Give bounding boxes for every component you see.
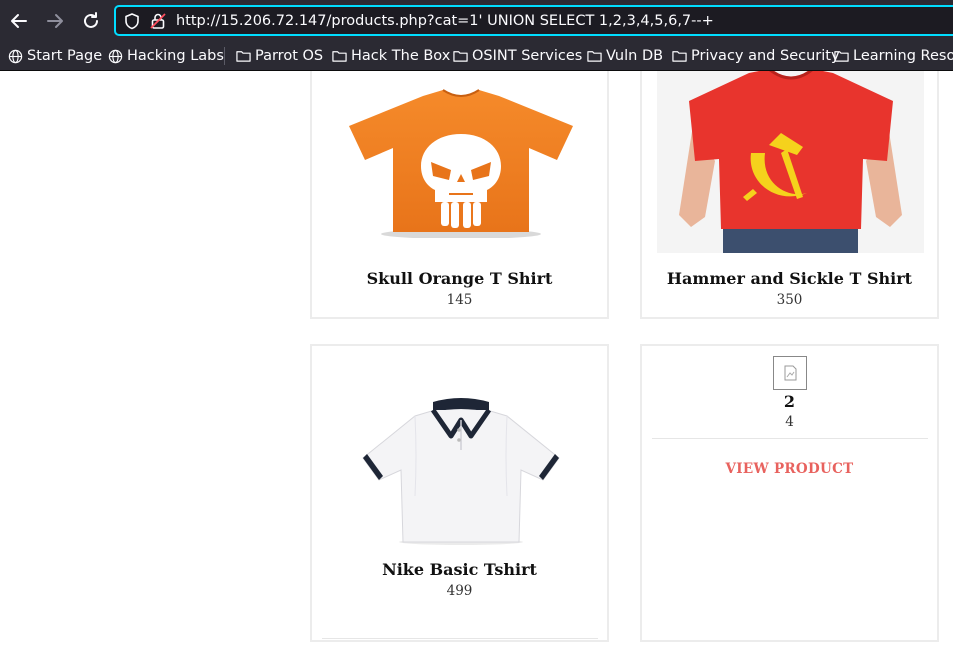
orange-skull-tshirt-image[interactable] — [345, 78, 577, 238]
card-divider — [322, 638, 598, 639]
product-name[interactable]: 2 — [642, 392, 937, 411]
bookmark-label: Hack The Box — [351, 48, 451, 64]
product-card[interactable]: 2 4 VIEW PRODUCT — [640, 344, 939, 642]
address-bar[interactable]: http://15.206.72.147/products.php?cat=1'… — [114, 5, 953, 36]
arrow-right-icon — [47, 14, 63, 28]
reload-button[interactable] — [78, 8, 104, 34]
bookmark-folder-osint-services[interactable]: OSINT Services — [453, 46, 582, 66]
product-card[interactable]: Hammer and Sickle T Shirt 350 — [640, 71, 939, 319]
product-price: 499 — [446, 583, 473, 599]
white-polo-shirt-image[interactable] — [357, 396, 564, 546]
insecure-lock-icon[interactable] — [149, 12, 167, 30]
view-product-link[interactable]: VIEW PRODUCT — [642, 461, 937, 477]
page-content: Skull Orange T Shirt 145 Hammer and Sick… — [0, 71, 953, 656]
bookmark-start-page[interactable]: Start Page — [8, 46, 102, 66]
bookmark-folder-learning-resources[interactable]: Learning Resou — [834, 46, 953, 66]
bookmark-label: Parrot OS — [255, 48, 324, 64]
red-hammer-sickle-tshirt-image[interactable] — [657, 71, 924, 253]
globe-icon — [8, 49, 23, 63]
bookmark-label: Hacking Labs — [127, 48, 224, 64]
reload-icon — [84, 12, 98, 28]
bookmark-separator — [224, 47, 225, 65]
bookmark-hacking-labs[interactable]: Hacking Labs — [108, 46, 224, 66]
bookmark-folder-vuln-db[interactable]: Vuln DB — [587, 46, 663, 66]
back-button[interactable] — [6, 8, 32, 34]
folder-icon — [587, 51, 602, 62]
bookmark-label: OSINT Services — [472, 48, 583, 64]
bookmark-folder-hack-the-box[interactable]: Hack The Box — [332, 46, 450, 66]
folder-icon — [453, 51, 468, 62]
broken-image-icon[interactable] — [773, 356, 807, 390]
product-price: 145 — [446, 292, 473, 308]
product-price: 350 — [776, 292, 803, 308]
arrow-left-icon — [11, 14, 27, 28]
bookmark-label: Learning Resou — [853, 48, 953, 64]
folder-icon — [236, 51, 251, 62]
product-name[interactable]: Hammer and Sickle T Shirt — [642, 269, 937, 288]
bookmark-folder-privacy-security[interactable]: Privacy and Security — [672, 46, 840, 66]
shield-icon[interactable] — [123, 12, 141, 30]
product-card[interactable]: Nike Basic Tshirt 499 — [310, 344, 609, 642]
globe-icon — [108, 49, 123, 63]
url-input[interactable]: http://15.206.72.147/products.php?cat=1'… — [176, 11, 714, 31]
card-divider — [652, 438, 928, 439]
product-card[interactable]: Skull Orange T Shirt 145 — [310, 71, 609, 319]
bookmark-folder-parrot-os[interactable]: Parrot OS — [236, 46, 323, 66]
navigation-toolbar: http://15.206.72.147/products.php?cat=1'… — [0, 0, 953, 41]
browser-chrome: http://15.206.72.147/products.php?cat=1'… — [0, 0, 953, 71]
folder-icon — [672, 51, 687, 62]
bookmark-label: Start Page — [27, 48, 103, 64]
bookmark-label: Privacy and Security — [691, 48, 840, 64]
bookmarks-toolbar: Start Page Hacking Labs Parrot OS Hack T… — [0, 41, 953, 71]
folder-icon — [332, 51, 347, 62]
product-price: 4 — [785, 414, 794, 430]
product-name[interactable]: Skull Orange T Shirt — [312, 269, 607, 288]
folder-icon — [834, 51, 849, 62]
product-name[interactable]: Nike Basic Tshirt — [312, 560, 607, 579]
bookmark-label: Vuln DB — [606, 48, 664, 64]
forward-button[interactable] — [42, 8, 68, 34]
